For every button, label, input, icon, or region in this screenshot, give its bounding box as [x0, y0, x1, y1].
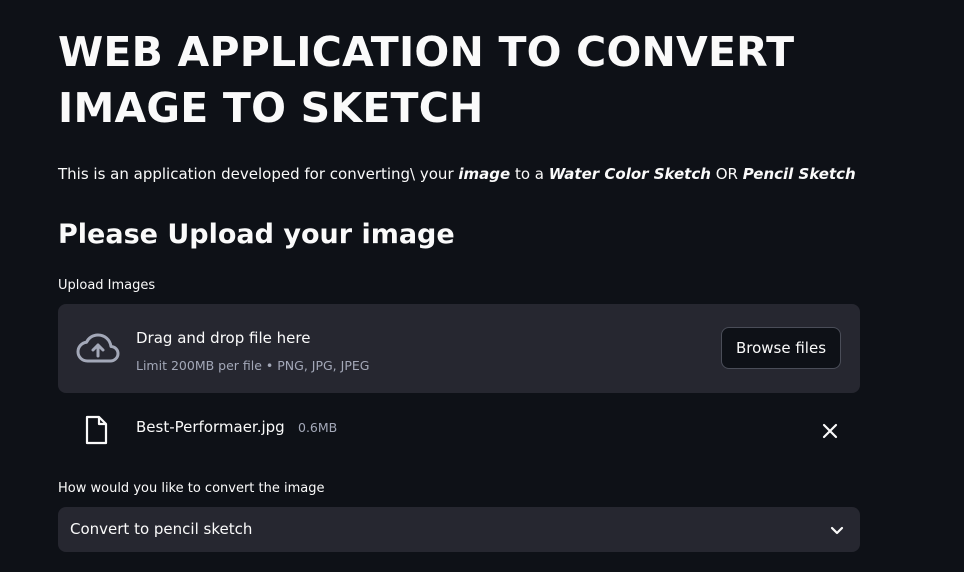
intro-text-part: This is an application developed for con… [58, 165, 459, 183]
close-icon[interactable] [818, 419, 842, 443]
main-content: WEB APPLICATION TO CONVERT IMAGE TO SKET… [0, 0, 964, 572]
intro-emphasis-pencil: Pencil Sketch [742, 165, 856, 183]
intro-emphasis-watercolor: Water Color Sketch [548, 165, 711, 183]
upload-subheader: Please Upload your image [58, 219, 455, 250]
intro-text-part: to a [510, 165, 549, 183]
dropzone-limit-text: Limit 200MB per file • PNG, JPG, JPEG [136, 358, 370, 373]
convert-select-label: How would you like to convert the image [58, 481, 325, 496]
convert-select-value: Convert to pencil sketch [70, 520, 253, 538]
intro-text-part: OR [710, 165, 743, 183]
chevron-down-icon [830, 526, 844, 535]
convert-method-select[interactable]: Convert to pencil sketch [58, 507, 860, 552]
cloud-upload-icon [76, 333, 120, 363]
uploaded-file-name: Best-Performaer.jpg [136, 418, 285, 436]
uploaded-file-row: Best-Performaer.jpg 0.6MB [58, 405, 860, 453]
upload-label: Upload Images [58, 278, 156, 293]
uploaded-file-size: 0.6MB [298, 420, 338, 435]
intro-text: This is an application developed for con… [58, 162, 938, 186]
page-title: WEB APPLICATION TO CONVERT IMAGE TO SKET… [58, 28, 795, 132]
file-dropzone[interactable]: Drag and drop file here Limit 200MB per … [58, 304, 860, 393]
file-icon [85, 415, 108, 445]
browse-files-button[interactable]: Browse files [721, 327, 841, 369]
intro-emphasis-image: image [458, 165, 511, 183]
dropzone-instructions: Drag and drop file here [136, 329, 311, 347]
